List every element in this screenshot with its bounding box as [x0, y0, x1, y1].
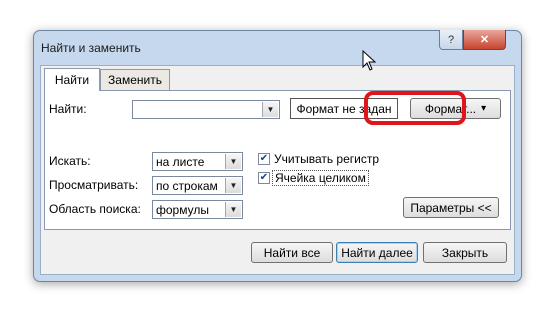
entire-cell-label[interactable]: Ячейка целиком: [272, 170, 369, 186]
tab-replace[interactable]: Заменить: [100, 69, 170, 90]
match-case-label[interactable]: Учитывать регистр: [274, 152, 379, 166]
options-toggle-label: Параметры <<: [410, 200, 492, 215]
options-toggle-button[interactable]: Параметры <<: [403, 197, 499, 218]
checkmark-icon: ✔: [259, 172, 269, 183]
look-in-select[interactable]: формулы ▼: [152, 200, 243, 219]
close-button[interactable]: Закрыть: [423, 242, 507, 263]
look-by-value: по строкам: [156, 179, 218, 193]
find-replace-dialog: Найти и заменить ? ✕ Найти Заменить Найт…: [33, 30, 522, 282]
close-icon: ✕: [479, 34, 490, 46]
look-in-value: формулы: [156, 203, 209, 217]
search-scope-select[interactable]: на листе ▼: [152, 152, 243, 171]
find-all-label: Найти все: [263, 245, 321, 260]
find-dropdown-icon[interactable]: ▼: [262, 102, 278, 117]
find-all-button[interactable]: Найти все: [251, 242, 333, 263]
search-scope-value: на листе: [156, 155, 205, 169]
chevron-down-icon: ▾: [481, 103, 487, 114]
close-window-button[interactable]: ✕: [463, 30, 506, 50]
checkmark-icon: ✔: [259, 153, 269, 164]
tab-replace-label: Заменить: [108, 73, 162, 87]
look-in-dropdown-icon[interactable]: ▼: [225, 202, 241, 217]
find-next-label: Найти далее: [341, 245, 413, 260]
mouse-cursor-icon: [362, 50, 377, 71]
find-label: Найти:: [49, 102, 87, 116]
look-by-label: Просматривать:: [49, 178, 139, 192]
match-case-checkbox[interactable]: ✔: [258, 153, 270, 165]
format-button-highlight: [364, 91, 466, 125]
tab-find[interactable]: Найти: [44, 68, 100, 91]
look-by-dropdown-icon[interactable]: ▼: [225, 178, 241, 193]
look-by-select[interactable]: по строкам ▼: [152, 176, 243, 195]
close-button-label: Закрыть: [441, 245, 489, 260]
help-button[interactable]: ?: [439, 30, 463, 50]
find-input[interactable]: ▼: [132, 100, 280, 119]
search-scope-dropdown-icon[interactable]: ▼: [225, 154, 241, 169]
look-in-label: Область поиска:: [49, 202, 141, 216]
entire-cell-checkbox[interactable]: ✔: [258, 172, 270, 184]
tab-find-label: Найти: [54, 73, 90, 87]
help-icon: ?: [447, 33, 455, 46]
find-next-button[interactable]: Найти далее: [336, 242, 418, 263]
search-scope-label: Искать:: [49, 154, 91, 168]
window-title: Найти и заменить: [41, 41, 141, 55]
